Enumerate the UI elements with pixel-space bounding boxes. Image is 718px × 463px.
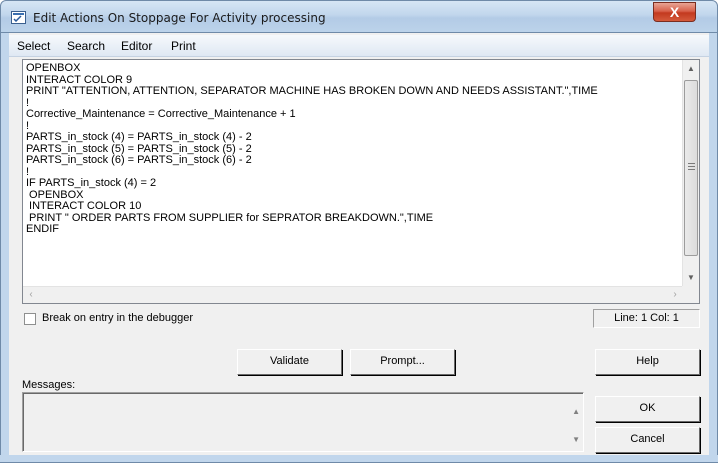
line-col-indicator: Line: 1 Col: 1 (593, 309, 700, 328)
code-line[interactable]: IF PARTS_in_stock (4) = 2 (26, 177, 682, 190)
validate-button[interactable]: Validate (237, 349, 342, 375)
code-line[interactable]: INTERACT COLOR 10 (26, 200, 682, 213)
window-frame-left (0, 33, 9, 463)
scroll-up-icon[interactable]: ▲ (683, 60, 699, 77)
menu-print[interactable]: Print (169, 38, 198, 54)
app-window-icon (11, 11, 26, 24)
messages-scroll-down-icon[interactable]: ▼ (572, 435, 580, 444)
prompt-button[interactable]: Prompt... (350, 349, 455, 375)
dialog-window: Edit Actions On Stoppage For Activity pr… (0, 0, 718, 463)
break-on-entry-label[interactable]: Break on entry in the debugger (42, 312, 193, 324)
horizontal-scrollbar[interactable]: ‹ › (23, 286, 683, 303)
code-line[interactable]: OPENBOX (26, 63, 682, 75)
window-frame-bottom (0, 455, 718, 463)
messages-box[interactable]: ▲ ▼ (22, 392, 584, 452)
code-line[interactable]: ENDIF (26, 223, 682, 236)
vertical-scroll-thumb[interactable] (684, 80, 698, 256)
cancel-button[interactable]: Cancel (595, 427, 700, 453)
vertical-scrollbar[interactable]: ▲ ▼ (682, 60, 699, 286)
close-button[interactable]: X (653, 2, 696, 22)
break-on-entry-checkbox[interactable] (24, 313, 36, 325)
menu-editor[interactable]: Editor (119, 38, 154, 54)
close-icon: X (669, 4, 680, 20)
title-bar[interactable]: Edit Actions On Stoppage For Activity pr… (0, 0, 718, 33)
scroll-left-icon[interactable]: ‹ (23, 287, 39, 303)
scroll-right-icon[interactable]: › (667, 287, 683, 303)
code-line[interactable]: PARTS_in_stock (6) = PARTS_in_stock (6) … (26, 154, 682, 167)
menu-search[interactable]: Search (65, 38, 107, 54)
help-button[interactable]: Help (595, 349, 700, 375)
ok-button[interactable]: OK (595, 396, 700, 422)
code-line[interactable]: PRINT "ATTENTION, ATTENTION, SEPARATOR M… (26, 85, 682, 98)
window-title: Edit Actions On Stoppage For Activity pr… (33, 11, 326, 25)
messages-scroll-up-icon[interactable]: ▲ (572, 407, 580, 416)
menu-select[interactable]: Select (15, 38, 52, 54)
scrollbar-corner (682, 286, 699, 303)
window-frame-right (709, 33, 718, 463)
code-line[interactable]: PRINT " ORDER PARTS FROM SUPPLIER for SE… (26, 212, 682, 225)
messages-label: Messages: (22, 379, 76, 391)
code-text[interactable]: OPENBOX INTERACT COLOR 9 PRINT "ATTENTION,… (26, 63, 682, 285)
code-line[interactable]: Corrective_Maintenance = Corrective_Main… (26, 108, 682, 121)
code-editor[interactable]: OPENBOX INTERACT COLOR 9 PRINT "ATTENTION,… (22, 59, 700, 304)
code-line[interactable]: PARTS_in_stock (4) = PARTS_in_stock (4) … (26, 131, 682, 144)
scroll-down-icon[interactable]: ▼ (683, 269, 699, 286)
menu-bar: Select Search Editor Print (9, 35, 709, 57)
